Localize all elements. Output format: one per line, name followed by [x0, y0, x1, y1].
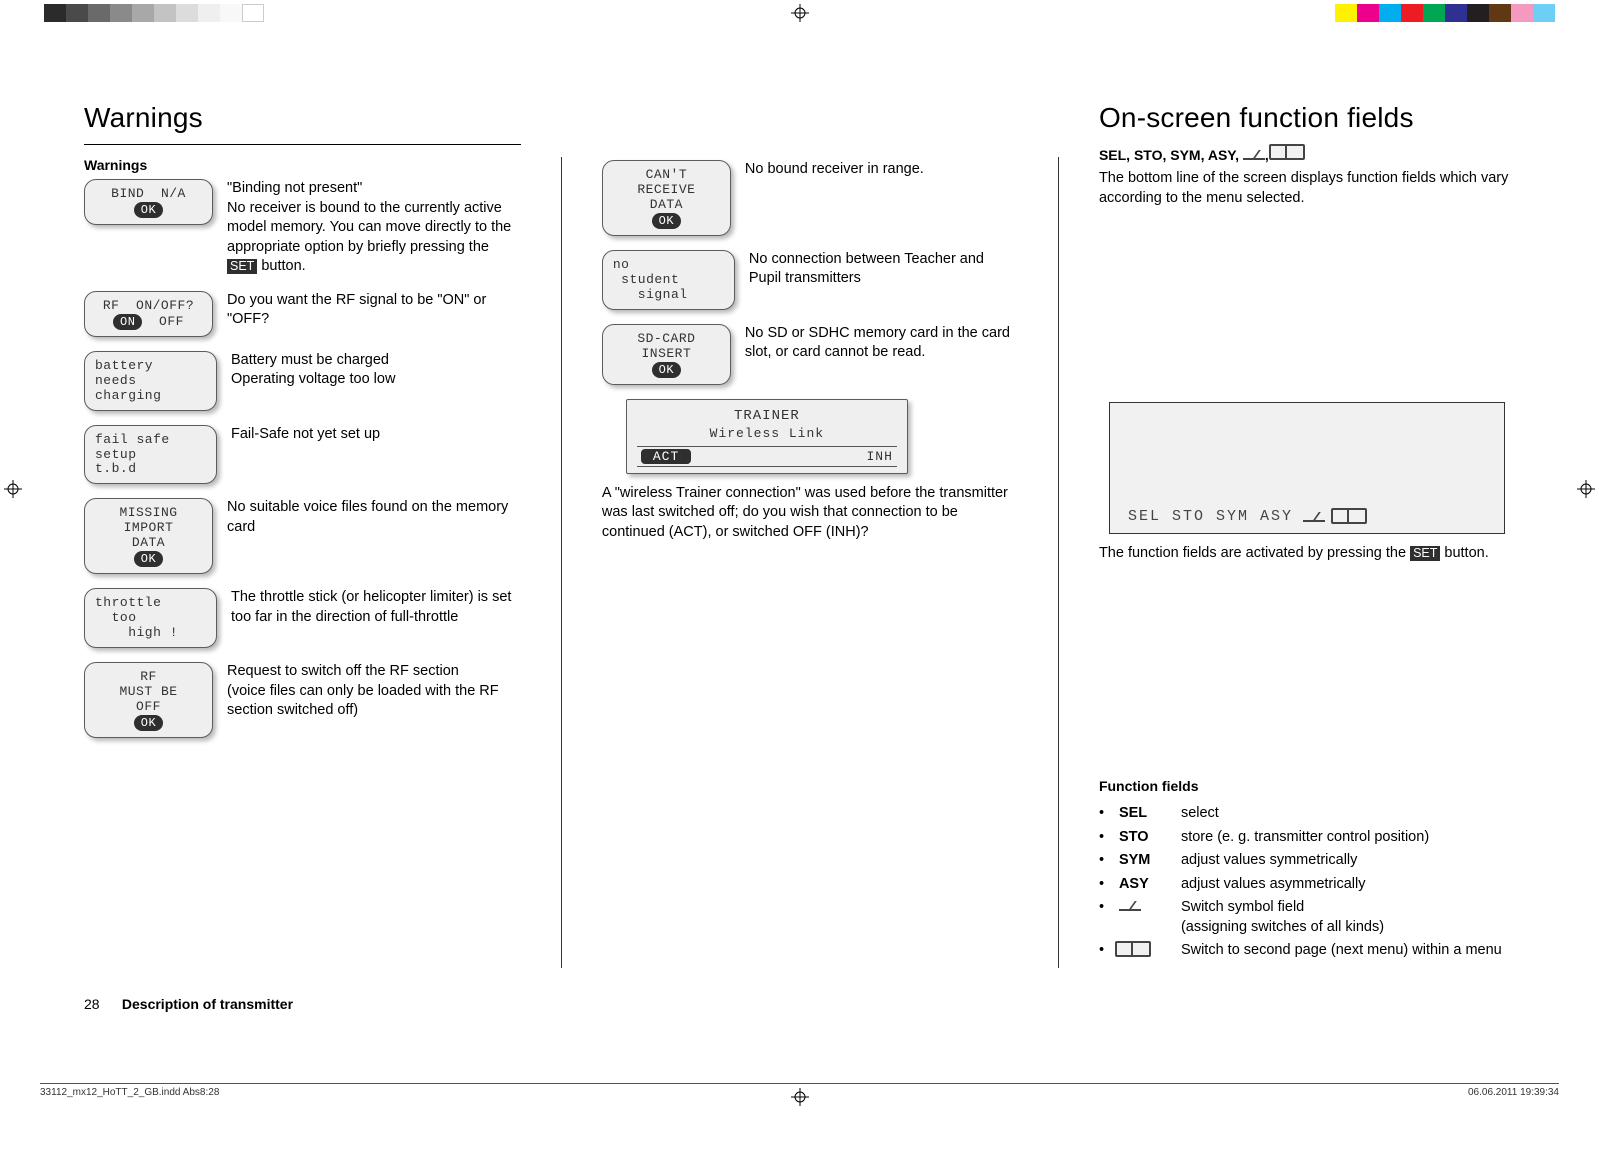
registration-mark-icon: [791, 4, 809, 22]
heading-onscreen: On-screen function fields: [1099, 102, 1515, 134]
function-field-item: •Switch symbol field(assigning switches …: [1099, 898, 1515, 937]
ok-pill: OK: [652, 213, 681, 229]
switch-symbol-icon: [1243, 148, 1265, 160]
switch-symbol-icon: [1119, 899, 1141, 911]
trainer-inh: INH: [866, 449, 892, 464]
warning-desc: No suitable voice files found on the mem…: [227, 498, 521, 537]
message-box: BIND N/AOK: [84, 179, 213, 225]
message-box: MISSINGIMPORTDATAOK: [84, 498, 213, 574]
warning-row: BIND N/AOK "Binding not present"No receiv…: [84, 179, 521, 277]
section-title: Description of transmitter: [122, 996, 293, 1012]
warning-row: no student signal No connection between T…: [602, 250, 1018, 310]
warning-row: SD-CARDINSERTOK No SD or SDHC memory card…: [602, 324, 1018, 385]
field-label: STO: [1119, 828, 1171, 848]
on-pill: ON: [113, 314, 142, 330]
set-badge: SET: [1410, 546, 1440, 561]
field-label: SYM: [1119, 851, 1171, 871]
after-screen-text: The function fields are activated by pre…: [1099, 544, 1515, 769]
column-1: Warnings Warnings BIND N/AOK "Binding not…: [84, 102, 521, 968]
warning-row: MISSINGIMPORTDATAOK No suitable voice fil…: [84, 498, 521, 574]
column-separator: [561, 157, 562, 968]
warning-desc: Battery must be chargedOperating voltage…: [231, 351, 521, 390]
function-field-item: •STOstore (e. g. transmitter control pos…: [1099, 828, 1515, 848]
print-info-line: 33112_mx12_HoTT_2_GB.indd Abs8:28 06.06.…: [40, 1083, 1559, 1098]
warning-desc: Request to switch off the RF section(voi…: [227, 662, 521, 721]
message-box: no student signal: [602, 250, 735, 310]
warning-desc: No SD or SDHC memory card in the card sl…: [745, 324, 1018, 363]
subheading-warnings: Warnings: [84, 157, 521, 173]
page-footer: 28 Description of transmitter: [84, 996, 293, 1012]
warning-row: throttle too high ! The throttle stick (o…: [84, 588, 521, 648]
function-fields-list: •SELselect•STOstore (e. g. transmitter c…: [1099, 804, 1515, 968]
fields-bold-line: SEL, STO, SYM, ASY, ,: [1099, 144, 1515, 163]
field-label: [1119, 898, 1171, 918]
message-box: throttle too high !: [84, 588, 217, 648]
page: Warnings Warnings BIND N/AOK "Binding not…: [0, 0, 1599, 1168]
trainer-box: TRAINER Wireless Link ACT INH: [626, 399, 908, 474]
trainer-sub: Wireless Link: [637, 426, 897, 441]
message-box: RFMUST BEOFFOK: [84, 662, 213, 738]
print-date: 06.06.2011 19:39:34: [1468, 1087, 1559, 1098]
trainer-act: ACT: [641, 449, 691, 464]
column-3: On-screen function fields SEL, STO, SYM,…: [1099, 102, 1515, 968]
content: Warnings Warnings BIND N/AOK "Binding not…: [84, 102, 1515, 968]
warning-row: batteryneedscharging Battery must be char…: [84, 351, 521, 411]
registration-mark-icon: [1577, 480, 1595, 498]
field-label: ASY: [1119, 875, 1171, 895]
field-label: [1119, 941, 1171, 964]
field-desc: adjust values symmetrically: [1181, 851, 1515, 871]
print-file: 33112_mx12_HoTT_2_GB.indd Abs8:28: [40, 1087, 219, 1098]
field-desc: Switch to second page (next menu) within…: [1181, 941, 1515, 961]
warning-row: CAN'TRECEIVEDATAOK No bound receiver in r…: [602, 160, 1018, 236]
warning-row: RFMUST BEOFFOKRequest to switch off the …: [84, 662, 521, 738]
column-separator: [1058, 157, 1059, 968]
message-box: RF ON/OFF?ON OFF: [84, 291, 213, 337]
warning-row: RF ON/OFF?ON OFF Do you want the RF signa…: [84, 291, 521, 337]
function-fields-title: Function fields: [1099, 778, 1515, 794]
warning-desc: No bound receiver in range.: [745, 160, 1018, 180]
page-number: 28: [84, 996, 110, 1012]
registration-mark-icon: [4, 480, 22, 498]
field-desc: select: [1181, 804, 1515, 824]
function-field-item: •Switch to second page (next menu) withi…: [1099, 941, 1515, 964]
function-field-item: •ASYadjust values asymmetrically: [1099, 875, 1515, 895]
trainer-desc: A "wireless Trainer connection" was used…: [602, 484, 1018, 969]
field-label: SEL: [1119, 804, 1171, 824]
warning-desc: No connection between Teacher and Pupil …: [749, 250, 1018, 289]
function-field-item: •SYMadjust values symmetrically: [1099, 851, 1515, 871]
rule: [84, 144, 521, 145]
warning-desc: Do you want the RF signal to be "ON" or …: [227, 291, 521, 330]
warning-desc: The throttle stick (or helicopter limite…: [231, 588, 521, 627]
screen-fields-line: SEL STO SYM ASY: [1128, 508, 1367, 525]
warning-desc: Fail-Safe not yet set up: [231, 425, 521, 445]
screen-illustration: SEL STO SYM ASY: [1109, 402, 1505, 534]
message-box: CAN'TRECEIVEDATAOK: [602, 160, 731, 236]
message-box: SD-CARDINSERTOK: [602, 324, 731, 385]
set-badge: SET: [227, 259, 257, 274]
message-box: batteryneedscharging: [84, 351, 217, 411]
warning-row: fail safesetupt.b.d Fail-Safe not yet set…: [84, 425, 521, 485]
message-box: fail safesetupt.b.d: [84, 425, 217, 485]
next-page-icon: [1119, 941, 1151, 957]
heading-warnings: Warnings: [84, 102, 521, 134]
intro-text: The bottom line of the screen displays f…: [1099, 169, 1515, 394]
field-desc: Switch symbol field(assigning switches o…: [1181, 898, 1515, 937]
trainer-title: TRAINER: [637, 408, 897, 424]
ok-pill: OK: [134, 202, 163, 218]
column-2: CAN'TRECEIVEDATAOK No bound receiver in r…: [602, 102, 1018, 968]
next-page-icon: [1273, 144, 1305, 160]
function-field-item: •SELselect: [1099, 804, 1515, 824]
field-desc: adjust values asymmetrically: [1181, 875, 1515, 895]
ok-pill: OK: [652, 362, 681, 378]
ok-pill: OK: [134, 551, 163, 567]
field-desc: store (e. g. transmitter control positio…: [1181, 828, 1515, 848]
next-page-icon: [1335, 508, 1367, 524]
warning-desc: "Binding not present"No receiver is boun…: [227, 179, 521, 277]
ok-pill: OK: [134, 715, 163, 731]
switch-symbol-icon: [1303, 510, 1325, 522]
